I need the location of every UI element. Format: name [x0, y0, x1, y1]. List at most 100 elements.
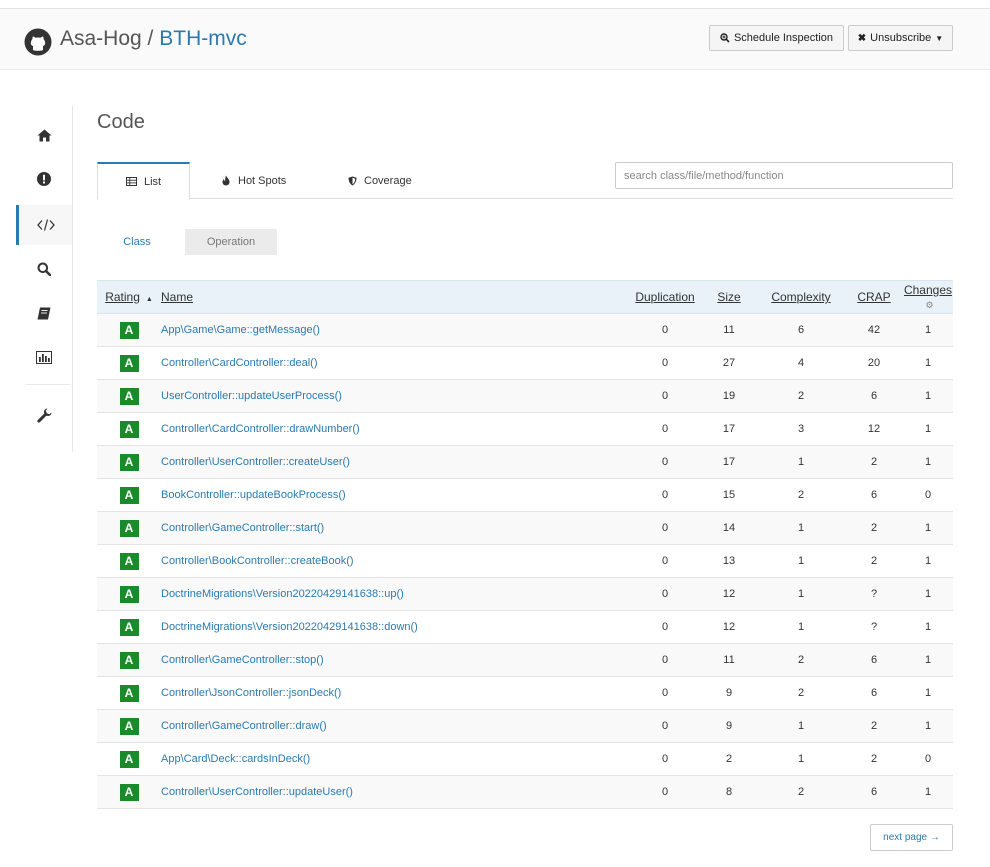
- duplication-cell: 0: [629, 577, 701, 611]
- code-element-link[interactable]: DoctrineMigrations\Version20220429141638…: [161, 621, 418, 633]
- column-header-duplication[interactable]: Duplication: [629, 280, 701, 314]
- rating-cell: A: [97, 676, 161, 710]
- code-element-link[interactable]: BookController::updateBookProcess(): [161, 489, 346, 501]
- code-element-link[interactable]: App\Card\Deck::cardsInDeck(): [161, 753, 310, 765]
- size-cell: 19: [701, 379, 757, 413]
- rating-cell: A: [97, 313, 161, 347]
- table-row[interactable]: A DoctrineMigrations\Version2022042914163…: [97, 610, 953, 644]
- sidebar-item-issues[interactable]: [16, 159, 72, 199]
- column-header-changes[interactable]: Changes⚙: [903, 280, 953, 314]
- code-element-link[interactable]: Controller\JsonController::jsonDeck(): [161, 687, 341, 699]
- code-element-link[interactable]: Controller\BookController::createBook(): [161, 555, 354, 567]
- sort-asc-icon: ▲: [145, 296, 153, 303]
- complexity-cell: 1: [757, 610, 845, 644]
- rating-cell: A: [97, 412, 161, 446]
- size-cell: 2: [701, 742, 757, 776]
- name-cell: Controller\GameController::draw(): [161, 709, 629, 743]
- code-element-link[interactable]: DoctrineMigrations\Version20220429141638…: [161, 588, 404, 600]
- sidebar-item-book[interactable]: [16, 293, 72, 333]
- complexity-cell: 4: [757, 346, 845, 380]
- table-header-row: Rating ▲ Name Duplication Size Complexity…: [97, 280, 953, 314]
- crap-cell: 2: [845, 742, 903, 776]
- table-row[interactable]: A UserController::updateUserProcess() 0 19 2…: [97, 379, 953, 413]
- rating-badge: A: [119, 717, 139, 735]
- table-row[interactable]: A BookController::updateBookProcess() 0 15 2…: [97, 478, 953, 512]
- table-row[interactable]: A Controller\JsonController::jsonDeck() 0 9…: [97, 676, 953, 710]
- table-row[interactable]: A Controller\GameController::stop() 0 11 2 6 1: [97, 643, 953, 677]
- exclamation-icon: [37, 172, 51, 186]
- changes-cell: 1: [903, 676, 953, 710]
- table-row[interactable]: A Controller\BookController::createBook()…: [97, 544, 953, 578]
- subtab-class[interactable]: Class: [97, 229, 177, 255]
- complexity-cell: 1: [757, 709, 845, 743]
- table-row[interactable]: A DoctrineMigrations\Version2022042914163…: [97, 577, 953, 611]
- code-element-link[interactable]: Controller\CardController::deal(): [161, 357, 318, 369]
- table-row[interactable]: A Controller\GameController::start() 0 14 1 2…: [97, 511, 953, 545]
- complexity-cell: 2: [757, 643, 845, 677]
- complexity-cell: 1: [757, 511, 845, 545]
- code-element-link[interactable]: Controller\GameController::stop(): [161, 654, 324, 666]
- sidebar-item-search[interactable]: [16, 249, 72, 289]
- changes-cell: 1: [903, 577, 953, 611]
- code-icon: [36, 219, 55, 231]
- schedule-inspection-label: Schedule Inspection: [733, 32, 834, 44]
- name-cell: BookController::updateBookProcess(): [161, 478, 629, 512]
- duplication-cell: 0: [629, 544, 701, 578]
- sidebar-item-home[interactable]: [16, 115, 72, 155]
- sidebar-item-settings[interactable]: [16, 395, 72, 435]
- next-page-button[interactable]: next page →: [870, 824, 953, 851]
- complexity-cell: 6: [757, 313, 845, 347]
- rating-cell: A: [97, 709, 161, 743]
- column-header-size[interactable]: Size: [701, 280, 757, 314]
- table-row[interactable]: A Controller\GameController::draw() 0 9 1 2 1: [97, 709, 953, 743]
- size-cell: 13: [701, 544, 757, 578]
- tab-coverage-label: Coverage: [364, 174, 412, 187]
- repo-owner[interactable]: Asa-Hog: [60, 27, 142, 50]
- code-element-link[interactable]: UserController::updateUserProcess(): [161, 390, 342, 402]
- tab-hot-spots[interactable]: Hot Spots: [221, 162, 286, 199]
- tab-coverage[interactable]: Coverage: [348, 162, 412, 199]
- code-element-link[interactable]: Controller\UserController::createUser(): [161, 456, 350, 468]
- subtab-operation[interactable]: Operation: [185, 229, 277, 255]
- code-element-link[interactable]: Controller\UserController::updateUser(): [161, 786, 353, 798]
- crap-cell: 2: [845, 445, 903, 479]
- schedule-inspection-button[interactable]: Schedule Inspection: [709, 25, 844, 51]
- changes-cell: 0: [903, 742, 953, 776]
- column-header-crap[interactable]: CRAP: [845, 280, 903, 314]
- crap-cell: ?: [845, 610, 903, 644]
- rating-badge: A: [119, 684, 139, 702]
- duplication-cell: 0: [629, 445, 701, 479]
- table-row[interactable]: A Controller\UserController::updateUser()…: [97, 775, 953, 809]
- tab-list[interactable]: List: [97, 162, 191, 200]
- column-header-complexity[interactable]: Complexity: [757, 280, 845, 314]
- table-row[interactable]: A App\Game\Game::getMessage() 0 11 6 42 1: [97, 313, 953, 347]
- table-row[interactable]: A Controller\CardController::drawNumber()…: [97, 412, 953, 446]
- sidebar-item-code[interactable]: [16, 205, 72, 245]
- rating-badge: A: [119, 552, 139, 570]
- crap-cell: 6: [845, 643, 903, 677]
- unsubscribe-button[interactable]: ✖ Unsubscribe ▼: [848, 25, 953, 51]
- changes-cell: 1: [903, 610, 953, 644]
- table-row[interactable]: A App\Card\Deck::cardsInDeck() 0 2 1 2 0: [97, 742, 953, 776]
- rating-cell: A: [97, 346, 161, 380]
- sidebar-item-statistics[interactable]: [16, 337, 72, 377]
- size-cell: 17: [701, 445, 757, 479]
- changes-cell: 1: [903, 709, 953, 743]
- rating-cell: A: [97, 577, 161, 611]
- duplication-cell: 0: [629, 610, 701, 644]
- code-element-link[interactable]: App\Game\Game::getMessage(): [161, 324, 320, 336]
- code-element-link[interactable]: Controller\GameController::start(): [161, 522, 324, 534]
- table-row[interactable]: A Controller\UserController::createUser()…: [97, 445, 953, 479]
- column-header-rating[interactable]: Rating ▲: [97, 280, 161, 314]
- code-element-link[interactable]: Controller\CardController::drawNumber(): [161, 423, 360, 435]
- size-cell: 11: [701, 313, 757, 347]
- name-cell: DoctrineMigrations\Version20220429141638…: [161, 577, 629, 611]
- repo-separator: /: [147, 27, 154, 50]
- code-element-link[interactable]: Controller\GameController::draw(): [161, 720, 327, 732]
- table-row[interactable]: A Controller\CardController::deal() 0 27 4 20…: [97, 346, 953, 380]
- duplication-cell: 0: [629, 775, 701, 809]
- repo-name[interactable]: BTH-mvc: [159, 27, 247, 50]
- unsubscribe-label: Unsubscribe: [870, 32, 932, 44]
- column-header-name[interactable]: Name: [161, 280, 629, 314]
- search-input[interactable]: [615, 162, 953, 189]
